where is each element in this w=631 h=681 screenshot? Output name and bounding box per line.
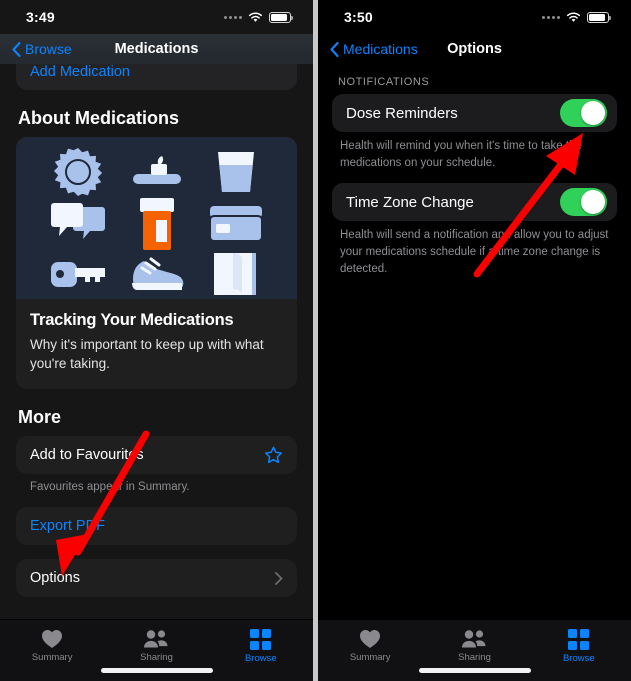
- options-row[interactable]: Options: [16, 559, 297, 598]
- home-indicator-right: [418, 668, 531, 673]
- tab-summary-label: Summary: [31, 652, 73, 663]
- toothbrush-icon: [129, 151, 185, 193]
- time-zone-change-row[interactable]: Time Zone Change: [332, 183, 617, 222]
- nav-bar-right: Medications Options: [318, 34, 631, 64]
- right-scroll-content: NOTIFICATIONS Dose Reminders Health will…: [318, 64, 631, 277]
- signal-dots-icon: [542, 15, 560, 19]
- about-medications-card[interactable]: Tracking Your Medications Why it's impor…: [16, 137, 297, 390]
- tab-bar-left: Summary Sharing Browse: [0, 619, 313, 681]
- options-label: Options: [30, 570, 80, 587]
- pill-bottle-icon: [136, 197, 178, 251]
- sneaker-icon: [128, 257, 186, 291]
- right-phone-screen: 3:50 Medications Options NOTIFICATIONS D…: [318, 0, 631, 681]
- time-zone-change-toggle[interactable]: [560, 188, 607, 217]
- people-icon: [143, 629, 169, 649]
- tab-sharing[interactable]: Sharing: [422, 629, 526, 663]
- speech-bubbles-icon: [50, 203, 106, 245]
- book-icon: [212, 251, 260, 297]
- left-scroll-content: Add Medication About Medications Trackin…: [0, 54, 313, 598]
- two-phone-screenshot-comparison: 3:49 Browse Medications Add Medication A…: [0, 0, 631, 681]
- status-indicators: [542, 11, 611, 23]
- signal-dots-icon: [224, 15, 242, 19]
- dose-reminders-row[interactable]: Dose Reminders: [332, 94, 617, 132]
- back-button-label: Browse: [25, 41, 72, 57]
- battery-icon: [269, 11, 293, 23]
- status-indicators: [224, 11, 293, 23]
- tab-sharing[interactable]: Sharing: [104, 629, 208, 663]
- status-bar-left: 3:49: [0, 0, 313, 34]
- tab-browse[interactable]: Browse: [527, 629, 631, 664]
- sun-icon: [53, 147, 103, 197]
- add-to-favourites-row[interactable]: Add to Favourites: [16, 436, 297, 475]
- about-card-text: Tracking Your Medications Why it's impor…: [16, 299, 297, 389]
- dose-reminders-label: Dose Reminders: [346, 104, 458, 122]
- tab-sharing-label: Sharing: [140, 652, 173, 663]
- tab-sharing-label: Sharing: [458, 652, 491, 663]
- notifications-group-header: NOTIFICATIONS: [338, 76, 430, 88]
- status-time: 3:50: [344, 9, 373, 25]
- chevron-left-icon: [330, 41, 339, 57]
- heart-icon: [359, 629, 381, 649]
- heart-icon: [41, 629, 63, 649]
- chevron-left-icon: [12, 41, 21, 57]
- favourites-note: Favourites appear in Summary.: [30, 481, 190, 494]
- back-button-label: Medications: [343, 41, 418, 57]
- export-pdf-row[interactable]: Export PDF: [16, 507, 297, 546]
- status-bar-right: 3:50: [318, 0, 631, 34]
- key-icon: [50, 258, 106, 290]
- back-button-browse[interactable]: Browse: [12, 41, 72, 57]
- medications-illustration: [16, 137, 297, 299]
- dose-reminders-toggle[interactable]: [560, 99, 607, 127]
- wallet-card-icon: [208, 204, 263, 244]
- home-indicator-left: [100, 668, 213, 673]
- time-zone-change-label: Time Zone Change: [346, 193, 474, 211]
- chevron-right-icon: [275, 571, 283, 585]
- time-zone-change-note: Health will send a notification and allo…: [340, 229, 609, 275]
- add-medication-label: Add Medication: [30, 64, 130, 80]
- export-pdf-label: Export PDF: [30, 518, 105, 535]
- people-icon: [461, 629, 487, 649]
- nav-bar-left: Browse Medications: [0, 34, 313, 64]
- add-to-favourites-label: Add to Favourites: [30, 447, 144, 464]
- wifi-icon: [248, 11, 263, 23]
- tab-browse-label: Browse: [562, 653, 595, 664]
- tab-browse-label: Browse: [244, 653, 277, 664]
- battery-icon: [587, 11, 611, 23]
- about-medications-heading: About Medications: [18, 108, 179, 128]
- tab-bar-right: Summary Sharing Browse: [318, 619, 631, 681]
- about-card-body: Why it's important to keep up with what …: [30, 337, 264, 372]
- water-glass-icon: [215, 149, 257, 195]
- status-time: 3:49: [26, 9, 55, 25]
- about-card-heading: Tracking Your Medications: [30, 311, 234, 329]
- grid-icon: [250, 629, 272, 650]
- wifi-icon: [566, 11, 581, 23]
- back-button-medications[interactable]: Medications: [330, 41, 418, 57]
- star-icon[interactable]: [264, 446, 283, 465]
- dose-reminders-note: Health will remind you when it's time to…: [340, 140, 582, 169]
- tab-summary[interactable]: Summary: [0, 629, 104, 663]
- left-phone-screen: 3:49 Browse Medications Add Medication A…: [0, 0, 313, 681]
- more-heading: More: [18, 407, 62, 428]
- tab-summary-label: Summary: [349, 652, 391, 663]
- grid-icon: [568, 629, 590, 650]
- tab-summary[interactable]: Summary: [318, 629, 422, 663]
- tab-browse[interactable]: Browse: [209, 629, 313, 664]
